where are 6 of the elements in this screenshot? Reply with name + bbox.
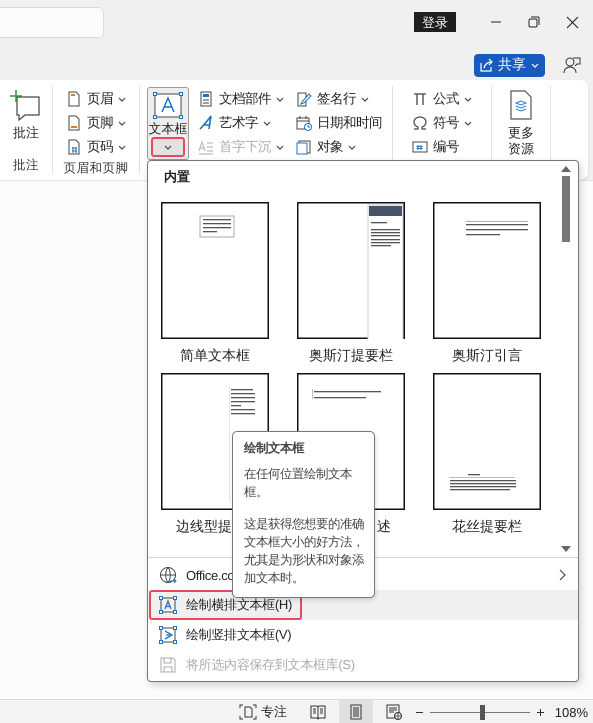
tooltip-text: 在任何位置绘制文本框。 bbox=[244, 466, 353, 501]
section-heading: 内置 bbox=[164, 168, 190, 185]
tooltip-title: 绘制文本框 bbox=[244, 440, 306, 457]
group-label: 批注 bbox=[13, 157, 39, 174]
tooltip-text: 这是获得您想要的准确文本框大小的好方法，尤其是为形状和对象添加文本时。 bbox=[244, 516, 365, 587]
group-label: 页眉和页脚 bbox=[64, 160, 128, 177]
